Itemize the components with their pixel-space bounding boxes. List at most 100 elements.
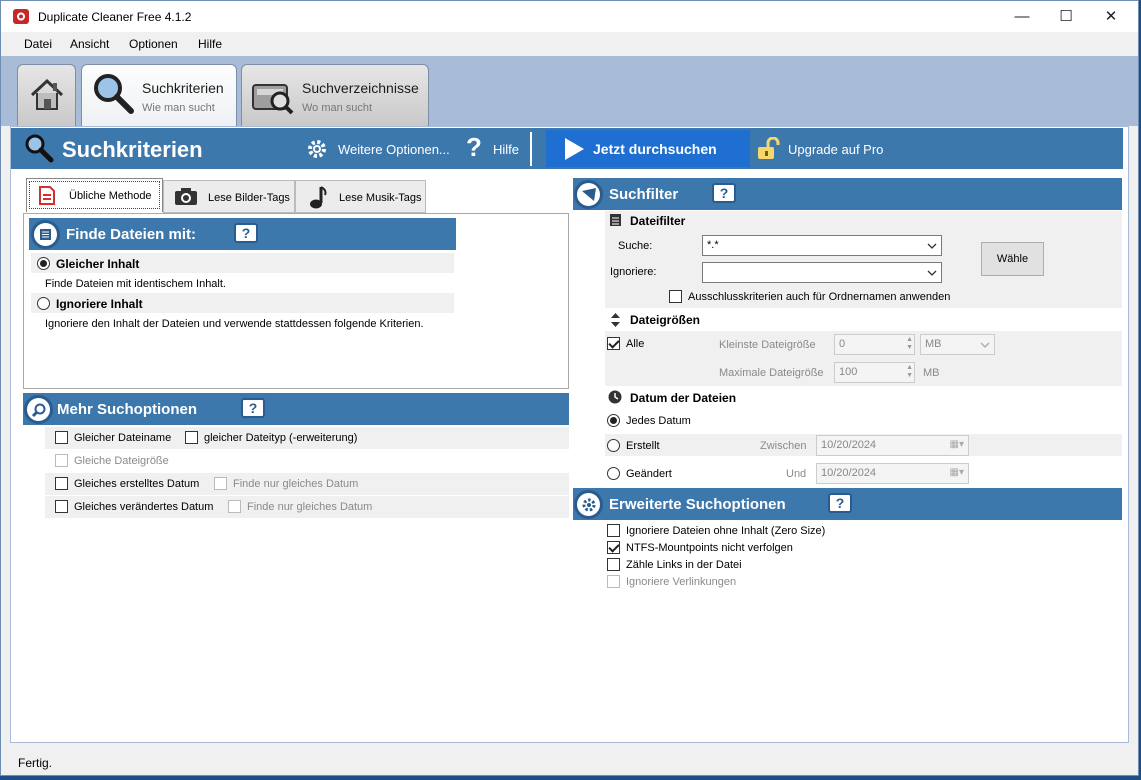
help-button[interactable]: ? Hilfe [464,132,524,162]
gear-icon [574,490,603,519]
unlock-icon [758,137,780,159]
created-label: Erstellt [626,440,660,452]
same-filename-label: Gleicher Dateiname [74,432,172,444]
same-created-checkbox[interactable] [55,477,68,490]
advanced-section-header: Erweiterte Suchoptionen ? [573,488,1122,520]
same-modified-only-checkbox[interactable] [228,500,241,513]
advanced-help-button[interactable]: ? [828,493,852,513]
list-icon [610,214,621,226]
ignore-content-description: Ignoriere den Inhalt der Dateien und ver… [45,318,424,330]
same-content-description: Finde Dateien mit identischem Inhalt. [45,278,226,290]
any-date-radio[interactable] [607,414,620,427]
play-icon [565,138,584,160]
app-window: Duplicate Cleaner Free 4.1.2 — ☐ ✕ Datei… [0,0,1139,776]
app-logo-icon [13,9,29,24]
tab-suchverzeichnisse-label: Suchverzeichnisse [302,80,419,96]
ignore-pattern-label: Ignoriere: [610,266,657,278]
menu-hilfe[interactable]: Hilfe [198,37,222,51]
camera-icon [175,188,197,205]
scan-now-button[interactable]: Jetzt durchsuchen [546,130,750,167]
menu-optionen[interactable]: Optionen [129,37,178,51]
tab-uebliche-methode-label: Übliche Methode [69,190,152,202]
and-label: Und [786,468,807,480]
more-options-help-button[interactable]: ? [241,398,265,418]
max-size-spinner[interactable]: 100 ▲ ▼ [834,362,915,383]
more-options-button[interactable]: Weitere Optionen... [306,138,456,160]
search-filter-section-header: Suchfilter ? [573,178,1122,210]
tab-bilder-tags[interactable]: Lese Bilder-Tags [163,180,295,213]
resize-vertical-icon [611,313,620,327]
created-radio[interactable] [607,439,620,452]
same-size-checkbox[interactable] [55,454,68,467]
min-size-unit-select[interactable]: MB [920,334,995,355]
status-text: Fertig. [18,756,53,770]
search-filter-title: Suchfilter [609,186,679,203]
search-pattern-value: *.* [707,239,719,251]
scan-now-label: Jetzt durchsuchen [593,141,717,157]
question-icon: ? [466,132,482,162]
tab-suchkriterien-sub: Wie man sucht [142,102,215,114]
find-files-title: Finde Dateien mit: [66,226,197,243]
tab-bilder-tags-label: Lese Bilder-Tags [208,192,290,204]
list-icon [31,220,60,249]
created-date-picker[interactable]: 10/20/2024 ▦▾ [816,435,969,456]
status-bar: Fertig. [1,751,1138,775]
same-filetype-checkbox[interactable] [185,431,198,444]
zero-size-checkbox[interactable] [607,524,620,537]
search-filter-help-button[interactable]: ? [712,183,736,203]
chevron-down-icon [980,342,990,348]
modified-radio[interactable] [607,467,620,480]
advanced-title: Erweiterte Suchoptionen [609,496,786,513]
menu-ansicht[interactable]: Ansicht [70,37,109,51]
minimize-button[interactable]: — [999,1,1045,32]
more-options-title: Mehr Suchoptionen [57,401,197,418]
min-size-label: Kleinste Dateigröße [719,339,816,351]
tab-uebliche-methode[interactable]: Übliche Methode [26,178,163,212]
search-pattern-combobox[interactable]: *.* [702,235,942,256]
min-size-spinner[interactable]: 0 ▲ ▼ [834,334,915,355]
ignore-content-radio[interactable] [37,297,50,310]
count-links-checkbox[interactable] [607,558,620,571]
tab-suchkriterien-label: Suchkriterien [142,80,224,96]
tab-home[interactable] [17,64,76,126]
same-created-label: Gleiches erstelltes Datum [74,478,200,490]
drive-search-icon [252,84,294,115]
music-note-icon [310,186,327,209]
same-size-label: Gleiche Dateigröße [74,455,169,467]
same-content-radio[interactable] [37,257,50,270]
chevron-down-icon [927,243,937,249]
ntfs-mountpoints-checkbox[interactable] [607,541,620,554]
spinner-arrows-icon: ▲ ▼ [906,364,913,379]
min-size-unit: MB [925,338,942,350]
maximize-button[interactable]: ☐ [1043,1,1089,32]
ignore-pattern-combobox[interactable] [702,262,942,283]
find-files-section-header: Finde Dateien mit: ? [29,218,456,250]
min-size-value: 0 [839,338,846,350]
choose-button[interactable]: Wähle [981,242,1044,276]
all-sizes-checkbox[interactable] [607,337,620,350]
close-button[interactable]: ✕ [1088,1,1134,32]
tab-suchverzeichnisse-sub: Wo man sucht [302,102,373,114]
menu-datei[interactable]: Datei [24,37,52,51]
tab-suchkriterien[interactable]: Suchkriterien Wie man sucht [81,64,237,127]
exclude-folders-checkbox[interactable] [669,290,682,303]
chevron-down-icon [927,270,937,276]
modified-date-picker[interactable]: 10/20/2024 ▦▾ [816,463,969,484]
same-modified-checkbox[interactable] [55,500,68,513]
same-created-only-checkbox[interactable] [214,477,227,490]
calendar-icon: ▦▾ [949,439,964,450]
upgrade-button[interactable]: Upgrade auf Pro [756,137,896,161]
ignore-links-checkbox[interactable] [607,575,620,588]
find-files-help-button[interactable]: ? [234,223,258,243]
zoom-icon [24,395,53,424]
max-size-label: Maximale Dateigröße [719,367,824,379]
same-filename-checkbox[interactable] [55,431,68,444]
same-created-only-label: Finde nur gleiches Datum [233,478,359,490]
upgrade-label: Upgrade auf Pro [788,142,884,157]
funnel-icon [574,180,603,209]
tab-musik-tags[interactable]: Lese Musik-Tags [295,180,426,213]
tab-suchverzeichnisse[interactable]: Suchverzeichnisse Wo man sucht [241,64,429,126]
search-pattern-label: Suche: [618,240,653,252]
tab-musik-tags-label: Lese Musik-Tags [339,192,422,204]
same-modified-only-label: Finde nur gleiches Datum [247,501,373,513]
